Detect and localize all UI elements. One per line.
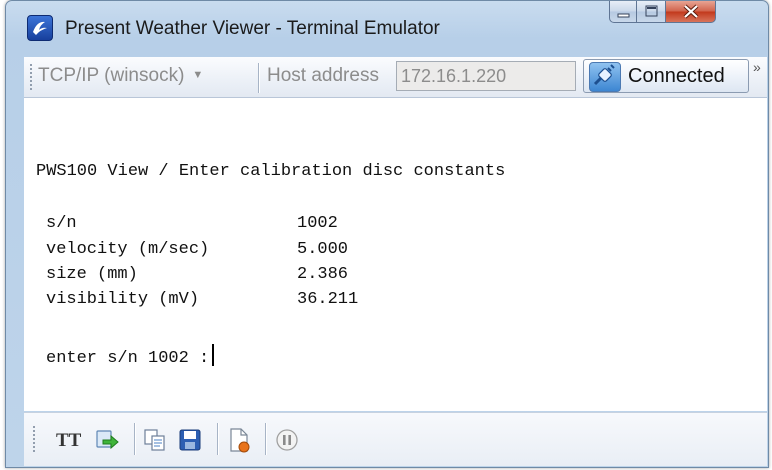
send-icon[interactable] <box>94 427 120 453</box>
bottom-toolbar: TT <box>24 412 767 466</box>
chevron-down-icon: ▼ <box>192 69 204 81</box>
connection-toolbar: TCP/IP (winsock) ▼ Host address Connected… <box>24 57 767 98</box>
connection-type-value: TCP/IP (winsock) <box>38 65 185 86</box>
maximize-button[interactable] <box>637 1 666 23</box>
toolbar-overflow-icon[interactable]: » <box>753 59 761 75</box>
font-button[interactable]: TT <box>56 430 81 452</box>
save-icon[interactable] <box>177 427 203 453</box>
window-controls <box>609 1 716 23</box>
terminal-header: PWS100 View / Enter calibration disc con… <box>36 162 506 181</box>
connection-type-select[interactable]: TCP/IP (winsock) ▼ <box>38 65 203 87</box>
toolbar-grip[interactable] <box>33 425 35 453</box>
host-address-input[interactable] <box>396 61 576 91</box>
field-value: 2.386 <box>297 265 349 284</box>
field-label: s/n <box>46 214 77 233</box>
plug-icon <box>589 62 621 92</box>
field-label: velocity (m/sec) <box>46 240 210 259</box>
prompt-text: enter s/n 1002 : <box>46 349 210 368</box>
text-cursor <box>212 344 215 366</box>
field-value: 1002 <box>297 214 338 233</box>
input-prompt: enter s/n 1002 : <box>46 344 215 368</box>
close-button[interactable] <box>666 1 716 23</box>
field-value: 36.211 <box>297 290 359 309</box>
title-bar[interactable]: Present Weather Viewer - Terminal Emulat… <box>6 1 768 41</box>
copy-icon[interactable] <box>142 427 168 453</box>
minimize-button[interactable] <box>609 1 637 23</box>
minimize-icon <box>617 13 630 18</box>
toolbar-divider <box>134 423 135 455</box>
toolbar-divider <box>265 423 266 455</box>
maximize-icon <box>645 5 658 17</box>
toolbar-divider <box>217 423 218 455</box>
field-label: visibility (mV) <box>46 290 200 309</box>
field-value: 5.000 <box>297 240 349 259</box>
window-title: Present Weather Viewer - Terminal Emulat… <box>65 18 440 39</box>
toolbar-grip[interactable] <box>30 63 32 91</box>
pause-icon[interactable] <box>274 427 300 453</box>
toolbar-divider <box>258 63 259 93</box>
host-address-label: Host address <box>267 65 379 86</box>
log-file-icon[interactable] <box>226 427 252 453</box>
connect-button[interactable]: Connected <box>583 59 749 93</box>
connection-status-label: Connected <box>628 65 725 87</box>
app-logo-icon[interactable] <box>27 15 53 41</box>
terminal-screen[interactable]: PWS100 View / Enter calibration disc con… <box>24 98 767 411</box>
close-icon <box>683 4 699 19</box>
field-label: size (mm) <box>46 265 138 284</box>
app-window: Present Weather Viewer - Terminal Emulat… <box>5 0 769 468</box>
